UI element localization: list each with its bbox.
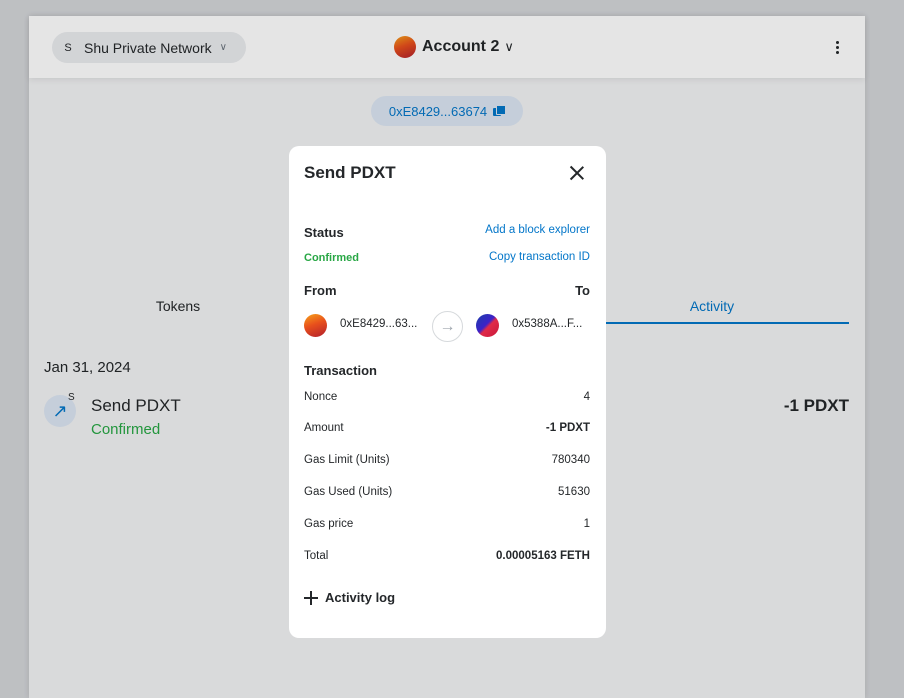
detail-row-nonce: Nonce 4 (304, 391, 590, 403)
transaction-details-modal: Send PDXT Status Add a block explorer Co… (289, 146, 606, 638)
to-avatar (476, 314, 499, 337)
from-avatar (304, 314, 327, 337)
transaction-label: Transaction (304, 363, 377, 378)
detail-value: 780340 (551, 454, 590, 466)
detail-row-amount: Amount -1 PDXT (304, 422, 590, 434)
detail-row-gas-price: Gas price 1 (304, 518, 590, 530)
detail-value: 4 (583, 391, 590, 403)
detail-row-total: Total 0.00005163 FETH (304, 550, 590, 562)
detail-label: Amount (304, 422, 344, 434)
detail-label: Gas Limit (Units) (304, 454, 390, 466)
arrow-right-icon: → (432, 311, 463, 342)
detail-label: Gas price (304, 518, 354, 530)
to-label: To (575, 283, 590, 298)
status-value: Confirmed (304, 252, 359, 264)
activity-log-toggle[interactable]: Activity log (304, 590, 395, 605)
from-label: From (304, 283, 337, 298)
detail-label: Total (304, 550, 329, 562)
detail-label: Nonce (304, 391, 338, 403)
detail-value: 0.00005163 FETH (496, 550, 590, 562)
from-address[interactable]: 0xE8429...63... (340, 318, 417, 330)
detail-value: -1 PDXT (545, 422, 590, 434)
plus-icon (304, 590, 318, 605)
copy-transaction-id-link[interactable]: Copy transaction ID (489, 251, 590, 263)
detail-label: Gas Used (Units) (304, 486, 393, 498)
detail-value: 51630 (558, 486, 590, 498)
add-block-explorer-link[interactable]: Add a block explorer (485, 224, 590, 236)
detail-row-gas-limit: Gas Limit (Units) 780340 (304, 454, 590, 466)
close-icon[interactable] (568, 164, 586, 182)
to-address[interactable]: 0x5388A...F... (512, 318, 582, 330)
status-label: Status (304, 225, 344, 240)
modal-title: Send PDXT (304, 163, 396, 182)
detail-row-gas-used: Gas Used (Units) 51630 (304, 486, 590, 498)
activity-log-label: Activity log (325, 590, 396, 605)
detail-value: 1 (583, 518, 590, 530)
